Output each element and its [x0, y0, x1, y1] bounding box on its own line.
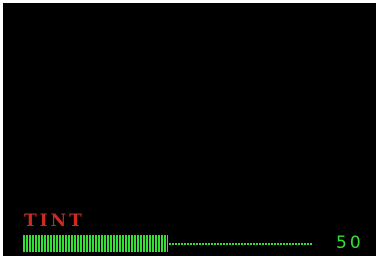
osd-setting-label: TINT	[24, 211, 85, 231]
slider-fill	[23, 235, 168, 252]
tv-screen: TINT 50	[3, 3, 376, 256]
slider-track-remaining	[169, 243, 313, 245]
tint-level-slider[interactable]	[23, 235, 313, 252]
osd-setting-value: 50	[336, 233, 364, 253]
